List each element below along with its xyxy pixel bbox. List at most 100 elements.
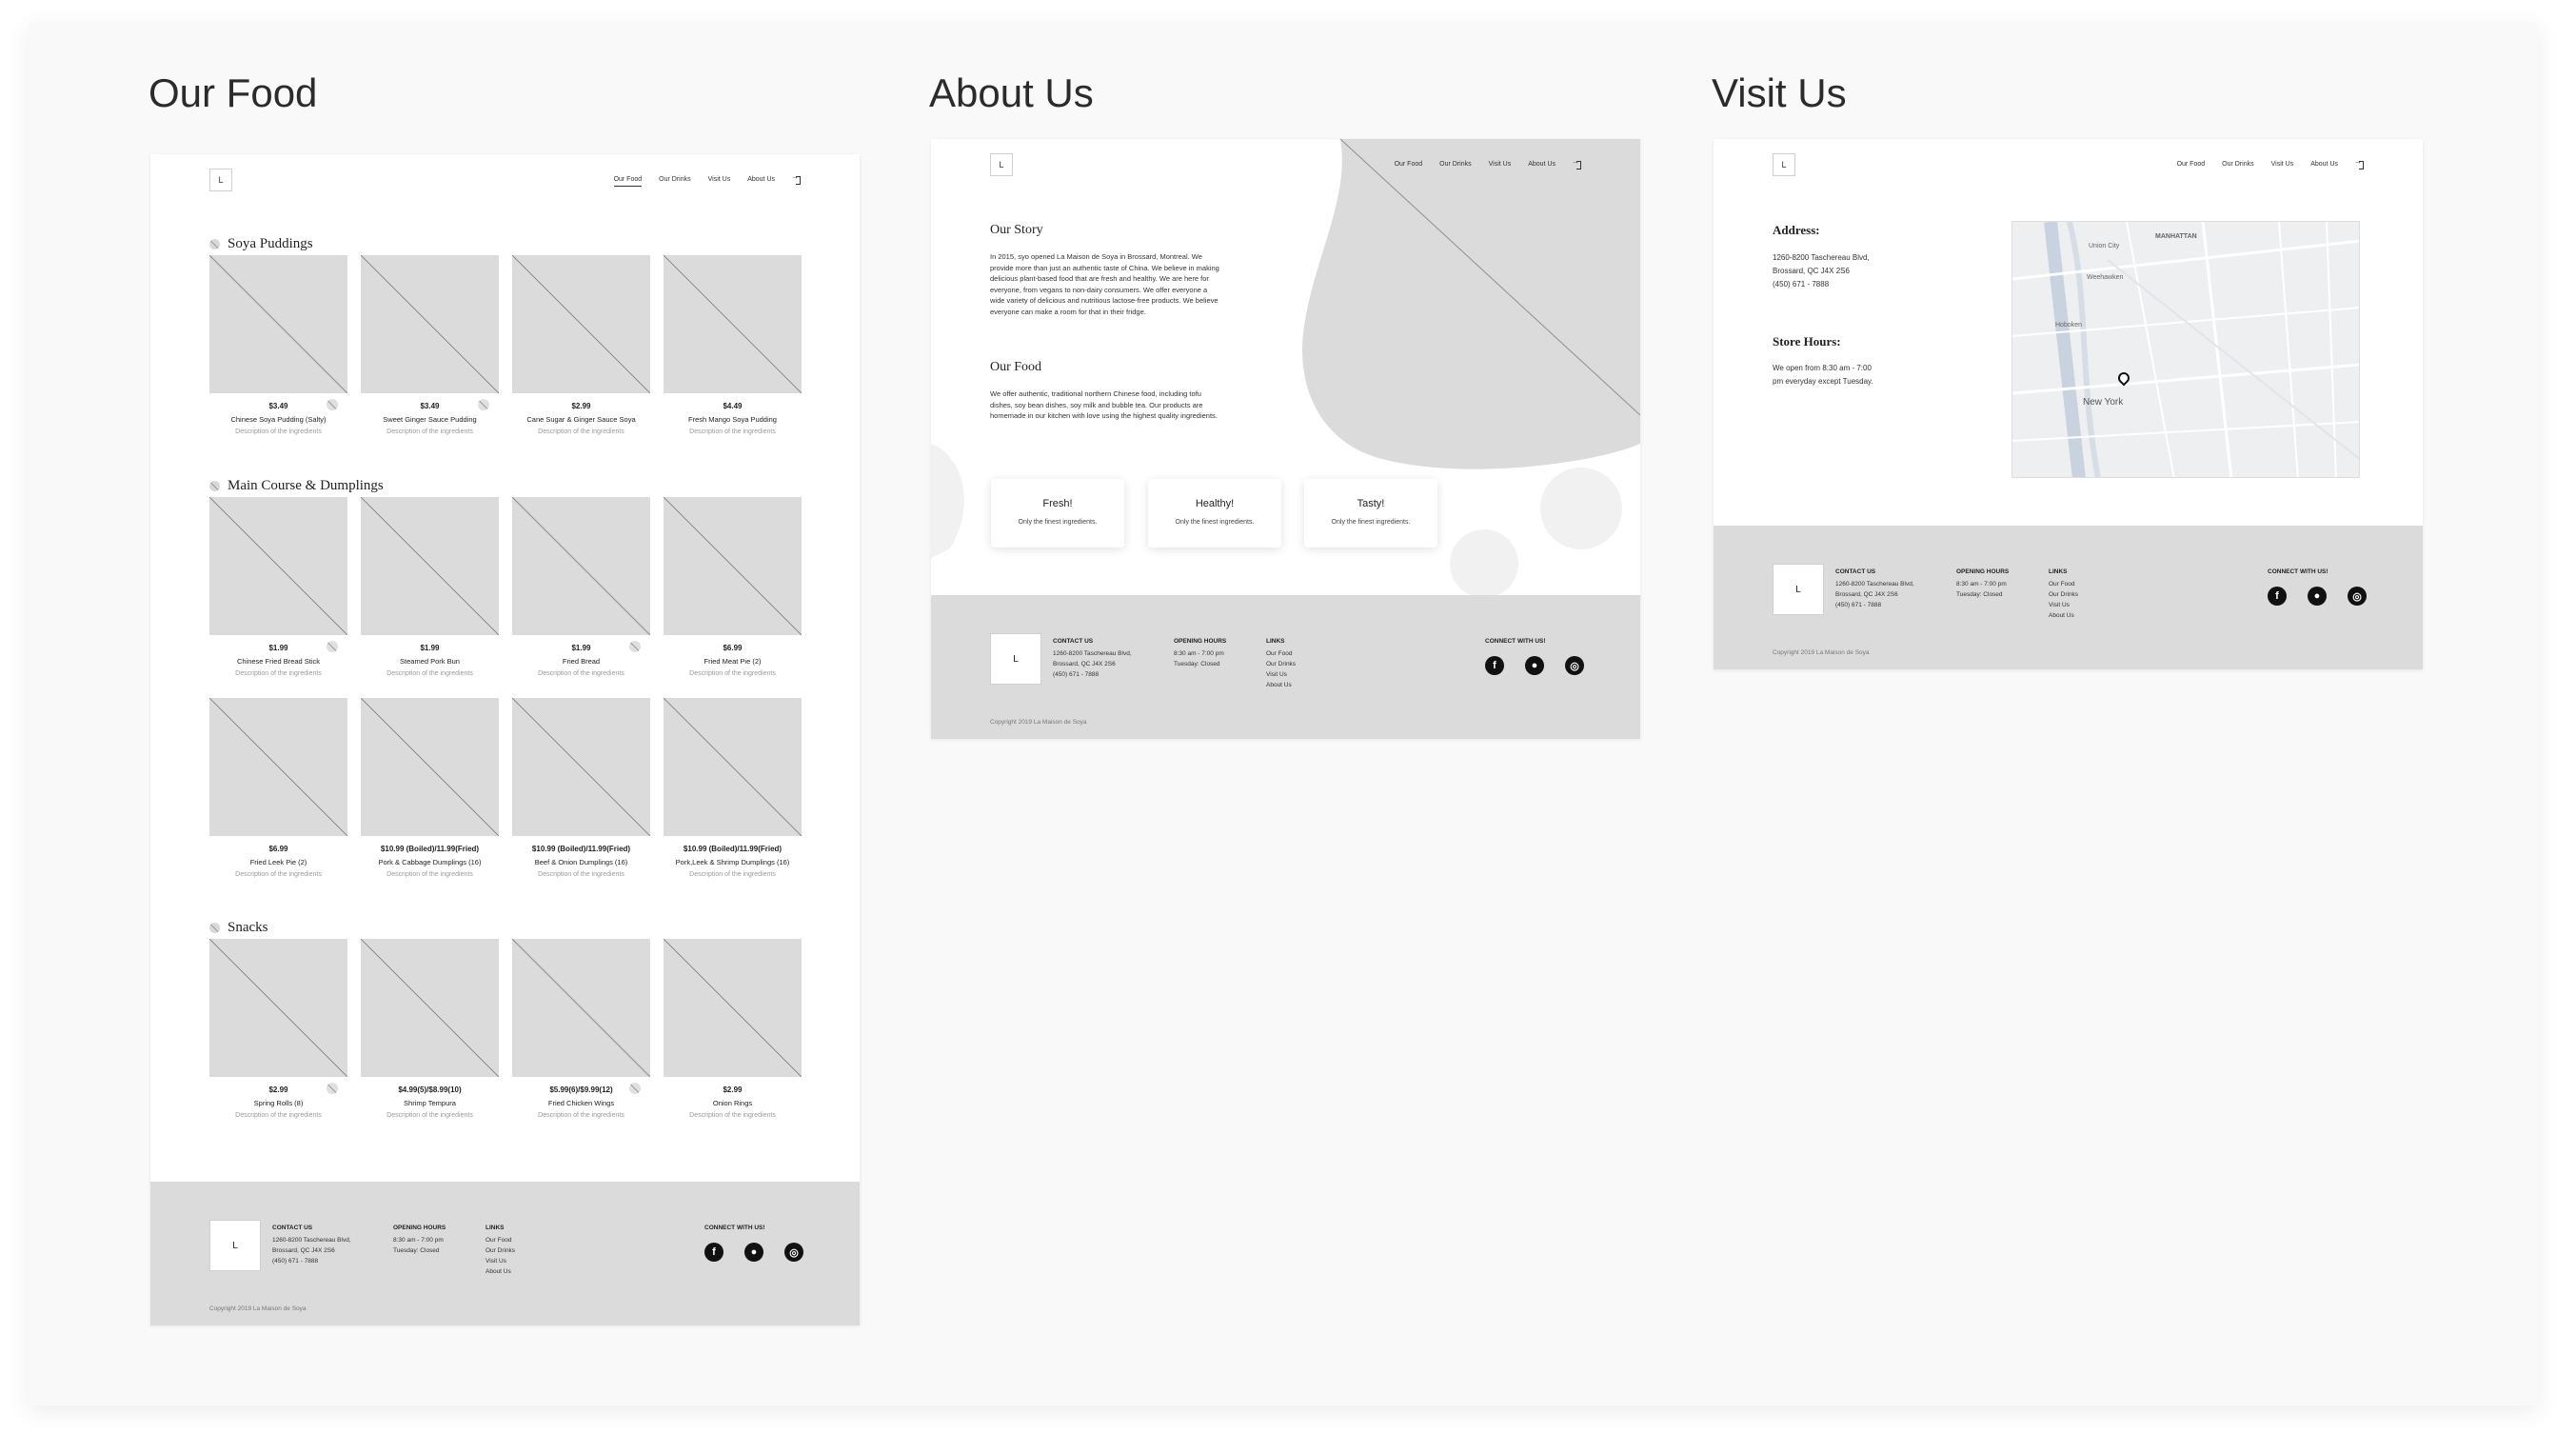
menu-item-image[interactable]	[664, 255, 802, 393]
footer-link-about-us[interactable]: About Us	[2049, 610, 2078, 621]
facebook-icon[interactable]: f	[704, 1243, 723, 1262]
nav-our-drinks[interactable]: Our Drinks	[1439, 161, 1471, 168]
menu-item-image[interactable]	[361, 698, 499, 836]
menu-item-image[interactable]	[664, 939, 802, 1077]
footer: L CONTACT US 1260-8200 Taschereau Blvd, …	[1714, 526, 2423, 669]
menu-item-name: Fried Leek Pie (2)	[249, 858, 307, 866]
menu-item-card[interactable]: $1.99 Chinese Fried Bread Stick Descriptio…	[209, 497, 347, 677]
nav-our-food[interactable]: Our Food	[2177, 161, 2206, 168]
wechat-icon[interactable]: ●	[1525, 656, 1544, 675]
wechat-icon[interactable]: ●	[744, 1243, 763, 1262]
footer-link-our-drinks[interactable]: Our Drinks	[485, 1245, 515, 1256]
menu-item-card[interactable]: $10.99 (Boiled)/11.99(Fried) Beef & Onion…	[512, 698, 650, 878]
footer-links-heading: LINKS	[2049, 568, 2068, 575]
instagram-icon[interactable]: ◎	[1565, 656, 1584, 675]
footer-contact-line: Brossard, QC J4X 2S6	[1835, 591, 1898, 598]
menu-item-image[interactable]	[664, 698, 802, 836]
instagram-icon[interactable]: ◎	[784, 1243, 803, 1262]
menu-item-image[interactable]	[361, 255, 499, 393]
nav-our-food[interactable]: Our Food	[613, 176, 642, 187]
feature-title: Healthy!	[1195, 498, 1235, 509]
menu-item-image[interactable]	[209, 698, 347, 836]
menu-item-name: Fried Bread	[562, 657, 601, 666]
nav-our-food[interactable]: Our Food	[1395, 161, 1423, 168]
footer-contact-line: Brossard, QC J4X 2S6	[1053, 661, 1116, 667]
menu-item-card[interactable]: $4.99(5)/$8.99(10) Shrimp Tempura Descript…	[361, 939, 499, 1119]
footer-link-visit-us[interactable]: Visit Us	[2049, 600, 2078, 610]
menu-item-card[interactable]: $2.99 Spring Rolls (8) Description of the …	[209, 939, 347, 1119]
footer-link-visit-us[interactable]: Visit Us	[1266, 669, 1296, 680]
facebook-icon[interactable]: f	[2268, 587, 2287, 606]
footer-link-visit-us[interactable]: Visit Us	[485, 1256, 515, 1266]
menu-item-card[interactable]: $1.99 Fried Bread Description of the ingre…	[512, 497, 650, 677]
address-label: Address:	[1773, 223, 1820, 237]
nav-visit-us[interactable]: Visit Us	[708, 176, 731, 183]
visit-us-artboard: L Our Food Our Drinks Visit Us About Us …	[1714, 139, 2423, 669]
footer-connect-heading: CONNECT WITH US!	[2268, 568, 2328, 575]
footer-hours: OPENING HOURS 8:30 am - 7:00 pm Tuesday:…	[393, 1223, 446, 1256]
footer: L CONTACT US 1260-8200 Taschereau Blvd, …	[150, 1182, 860, 1325]
nav-about-us[interactable]: About Us	[1528, 161, 1556, 168]
header-logo[interactable]: L	[1773, 153, 1795, 176]
address-line: (450) 671 - 7888	[1773, 280, 1830, 289]
menu-item-card[interactable]: $2.99 Onion Rings Description of the ingre…	[664, 939, 802, 1119]
footer-link-our-drinks[interactable]: Our Drinks	[2049, 589, 2078, 600]
menu-item-image[interactable]	[512, 698, 650, 836]
login-icon[interactable]	[1572, 157, 1581, 169]
menu-item-desc: Description of the ingredients	[689, 871, 776, 878]
nav-visit-us[interactable]: Visit Us	[1489, 161, 1512, 168]
menu-item-image[interactable]	[664, 497, 802, 635]
footer-hours-heading: OPENING HOURS	[1956, 568, 2010, 575]
menu-item-image[interactable]	[361, 939, 499, 1077]
menu-item-image[interactable]	[209, 497, 347, 635]
menu-item-name: Fresh Mango Soya Pudding	[688, 415, 777, 424]
menu-item-image[interactable]	[512, 497, 650, 635]
menu-item-card[interactable]: $6.99 Fried Meat Pie (2) Description of th…	[664, 497, 802, 677]
instagram-icon[interactable]: ◎	[2348, 587, 2367, 606]
footer-logo[interactable]: L	[209, 1220, 261, 1271]
header-logo[interactable]: L	[209, 169, 232, 191]
nav-about-us[interactable]: About Us	[2310, 161, 2338, 168]
footer-logo[interactable]: L	[990, 633, 1041, 685]
footer-contact-line: Brossard, QC J4X 2S6	[272, 1247, 335, 1254]
footer-link-our-drinks[interactable]: Our Drinks	[1266, 659, 1296, 669]
our-story-heading: Our Story	[990, 223, 1043, 237]
menu-item-card[interactable]: $3.49 Chinese Soya Pudding (Salty) Descrip…	[209, 255, 347, 435]
nav-about-us[interactable]: About Us	[747, 176, 775, 183]
menu-item-image[interactable]	[512, 939, 650, 1077]
menu-item-card[interactable]: $4.49 Fresh Mango Soya Pudding Description…	[664, 255, 802, 435]
login-icon[interactable]	[791, 172, 801, 185]
footer-link-about-us[interactable]: About Us	[485, 1266, 515, 1277]
menu-item-price: $6.99	[723, 644, 743, 652]
menu-item-card[interactable]: $10.99 (Boiled)/11.99(Fried) Pork & Cabba…	[361, 698, 499, 878]
footer-link-our-food[interactable]: Our Food	[2049, 579, 2078, 589]
map-label-union-city: Union City	[2089, 243, 2120, 249]
menu-item-card[interactable]: $10.99 (Boiled)/11.99(Fried) Pork,Leek & …	[664, 698, 802, 878]
menu-item-desc: Description of the ingredients	[538, 428, 624, 435]
feature-title: Fresh!	[1042, 498, 1073, 509]
nav-our-drinks[interactable]: Our Drinks	[659, 176, 690, 183]
menu-item-card[interactable]: $1.99 Steamed Pork Bun Description of the …	[361, 497, 499, 677]
menu-item-card[interactable]: $2.99 Cane Sugar & Ginger Sauce Soya Descr…	[512, 255, 650, 435]
menu-item-image[interactable]	[209, 255, 347, 393]
header-logo[interactable]: L	[990, 153, 1013, 176]
nav-visit-us[interactable]: Visit Us	[2271, 161, 2294, 168]
menu-item-price: $4.49	[723, 402, 743, 410]
footer-logo[interactable]: L	[1773, 564, 1824, 615]
nav-our-drinks[interactable]: Our Drinks	[2222, 161, 2253, 168]
menu-item-image[interactable]	[512, 255, 650, 393]
artboard-title-our-food: Our Food	[149, 70, 318, 115]
menu-item-image[interactable]	[209, 939, 347, 1077]
menu-item-image[interactable]	[361, 497, 499, 635]
footer-link-about-us[interactable]: About Us	[1266, 680, 1296, 690]
menu-item-card[interactable]: $3.49 Sweet Ginger Sauce Pudding Descripti…	[361, 255, 499, 435]
wechat-icon[interactable]: ●	[2308, 587, 2327, 606]
menu-item-card[interactable]: $6.99 Fried Leek Pie (2) Description of th…	[209, 698, 347, 878]
footer-link-our-food[interactable]: Our Food	[1266, 648, 1296, 659]
location-map[interactable]: MANHATTAN Union City Weehawken Hoboken N…	[2011, 221, 2360, 478]
footer-link-our-food[interactable]: Our Food	[485, 1235, 515, 1245]
facebook-icon[interactable]: f	[1485, 656, 1504, 675]
map-label-manhattan: MANHATTAN	[2155, 233, 2197, 240]
menu-item-card[interactable]: $5.99(6)/$9.99(12) Fried Chicken Wings Des…	[512, 939, 650, 1119]
login-icon[interactable]	[2354, 157, 2364, 169]
